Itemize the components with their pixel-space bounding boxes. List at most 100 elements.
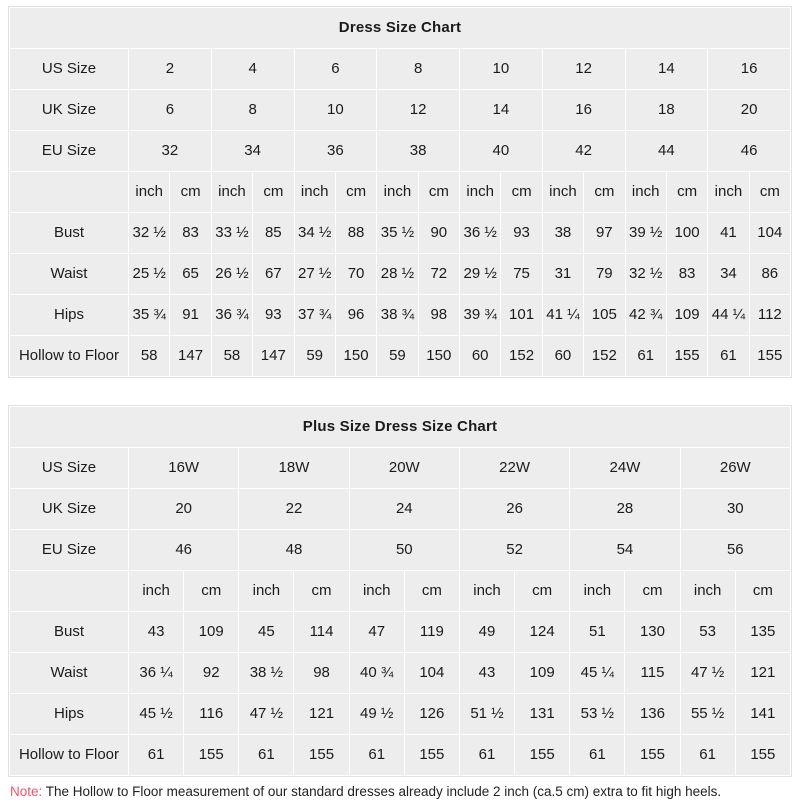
plus-bust-row: Bust 43 109 45 114 47 119 49 124 51 130 53 135 [10,612,790,652]
standard-bust-cm: 90 [418,213,459,253]
standard-waist-inch: 26 ½ [211,254,253,294]
standard-bust-inch: 38 [542,213,584,253]
standard-uk-size-value: 20 [708,90,790,130]
plus-eu-size-row: EU Size 46 48 50 52 54 56 [10,530,790,570]
standard-table-body: Dress Size Chart US Size 2 4 6 8 10 12 14 16 UK Si… [10,8,790,376]
plus-hips-label: Hips [10,694,128,734]
standard-bust-cm: 88 [335,213,377,253]
standard-waist-inch: 28 ½ [377,254,418,294]
standard-hollow-to-floor-inch: 58 [211,336,253,376]
standard-waist-cm: 67 [253,254,294,294]
plus-bust-cm: 124 [515,612,570,652]
plus-unit-cm: cm [625,571,680,611]
standard-unit-inch: inch [294,172,335,212]
plus-bust-inch: 43 [129,612,184,652]
plus-us-size-value: 22W [459,448,570,488]
plus-title-row: Plus Size Dress Size Chart [10,407,790,447]
plus-bust-cm: 135 [735,612,790,652]
plus-us-size-value: 16W [129,448,239,488]
standard-unit-cm: cm [584,172,625,212]
standard-unit-cm: cm [335,172,377,212]
standard-unit-inch: inch [129,172,170,212]
plus-eu-size-label: EU Size [10,530,128,570]
plus-size-chart-block: Plus Size Dress Size Chart US Size 16W 18W 2… [8,405,792,777]
standard-us-size-value: 2 [129,49,211,89]
standard-us-size-row: US Size 2 4 6 8 10 12 14 16 [10,49,790,89]
standard-hips-cm: 109 [666,295,708,335]
standard-hips-cm: 112 [749,295,790,335]
plus-unit-inch: inch [349,571,404,611]
standard-us-size-value: 14 [625,49,708,89]
plus-waist-inch: 47 ½ [680,653,735,693]
plus-us-size-value: 24W [570,448,680,488]
standard-waist-cm: 79 [584,254,625,294]
standard-waist-inch: 31 [542,254,584,294]
plus-uk-size-value: 26 [459,489,570,529]
standard-bust-cm: 93 [501,213,542,253]
standard-hollow-to-floor-inch: 58 [129,336,170,376]
standard-size-table: Dress Size Chart US Size 2 4 6 8 10 12 14 16 UK Si… [9,7,791,377]
measurement-note: Note: The Hollow to Floor measurement of… [8,784,792,800]
standard-eu-size-value: 42 [542,131,625,171]
plus-bust-inch: 51 [570,612,625,652]
plus-waist-cm: 109 [515,653,570,693]
plus-table-body: Plus Size Dress Size Chart US Size 16W 18W 2… [10,407,790,775]
standard-waist-cm: 72 [418,254,459,294]
standard-unit-inch: inch [460,172,501,212]
standard-bust-label: Bust [10,213,128,253]
plus-hollow-to-floor-inch: 61 [129,735,184,775]
plus-uk-size-value: 28 [570,489,680,529]
standard-size-chart-block: Dress Size Chart US Size 2 4 6 8 10 12 14 16 UK Si… [8,6,792,378]
plus-waist-inch: 38 ½ [239,653,294,693]
plus-waist-inch: 43 [459,653,515,693]
standard-eu-size-value: 32 [129,131,211,171]
plus-hips-inch: 51 ½ [459,694,515,734]
plus-bust-cm: 119 [404,612,459,652]
standard-waist-cm: 70 [335,254,377,294]
standard-us-size-value: 16 [708,49,790,89]
standard-hollow-to-floor-inch: 60 [460,336,501,376]
standard-hips-inch: 38 ¾ [377,295,418,335]
plus-us-size-value: 26W [680,448,790,488]
standard-bust-cm: 85 [253,213,294,253]
plus-bust-inch: 49 [459,612,515,652]
standard-hollow-to-floor-cm: 155 [666,336,708,376]
standard-hollow-to-floor-inch: 60 [542,336,584,376]
standard-unit-cm: cm [253,172,294,212]
plus-uk-size-label: UK Size [10,489,128,529]
standard-us-size-value: 8 [377,49,459,89]
standard-hollow-to-floor-cm: 150 [418,336,459,376]
standard-eu-size-value: 36 [294,131,377,171]
plus-unit-cm: cm [184,571,239,611]
plus-eu-size-value: 54 [570,530,680,570]
plus-waist-cm: 115 [625,653,680,693]
plus-size-table: Plus Size Dress Size Chart US Size 16W 18W 2… [9,406,791,776]
plus-unit-row-spacer [10,571,128,611]
plus-chart-title: Plus Size Dress Size Chart [10,407,790,447]
standard-unit-inch: inch [211,172,253,212]
standard-hollow-to-floor-inch: 59 [377,336,418,376]
plus-bust-label: Bust [10,612,128,652]
standard-eu-size-label: EU Size [10,131,128,171]
standard-hips-inch: 37 ¾ [294,295,335,335]
standard-bust-inch: 35 ½ [377,213,418,253]
standard-bust-inch: 36 ½ [460,213,501,253]
standard-hollow-to-floor-inch: 61 [625,336,666,376]
standard-uk-size-value: 18 [625,90,708,130]
plus-unit-cm: cm [735,571,790,611]
standard-waist-inch: 29 ½ [460,254,501,294]
plus-eu-size-value: 48 [239,530,349,570]
standard-hips-cm: 96 [335,295,377,335]
standard-unit-inch: inch [625,172,666,212]
plus-waist-cm: 104 [404,653,459,693]
standard-uk-size-value: 14 [460,90,542,130]
plus-waist-inch: 45 ¼ [570,653,625,693]
standard-eu-size-row: EU Size 32 34 36 38 40 42 44 46 [10,131,790,171]
plus-waist-cm: 121 [735,653,790,693]
standard-unit-cm: cm [418,172,459,212]
standard-waist-cm: 65 [170,254,211,294]
standard-unit-inch: inch [542,172,584,212]
standard-bust-inch: 34 ½ [294,213,335,253]
standard-hips-cm: 91 [170,295,211,335]
standard-eu-size-value: 38 [377,131,459,171]
